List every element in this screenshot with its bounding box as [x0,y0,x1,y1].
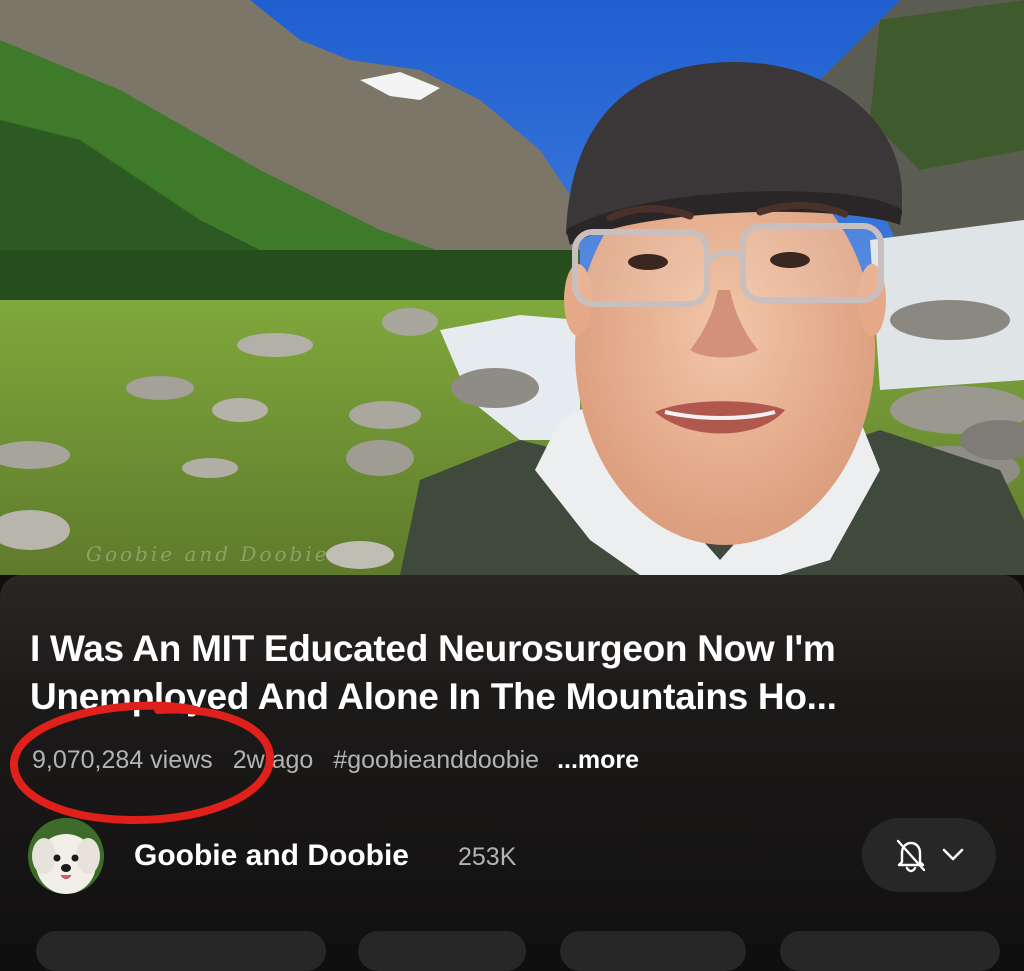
dog-avatar-image [28,818,104,894]
channel-watermark: Goobie and Doobie [86,542,330,566]
subscriber-count: 253K [458,843,517,871]
video-title[interactable]: I Was An MIT Educated Neurosurgeon Now I… [30,625,1000,721]
upload-age: 2w ago [232,745,314,774]
channel-avatar[interactable] [28,818,104,894]
hashtag-link[interactable]: #goobieanddoobie [333,746,539,775]
view-count: 9,070,284 views [32,745,213,774]
channel-row: Goobie and Doobie 253K [0,815,1024,895]
action-pill[interactable] [358,931,526,971]
action-pill-row [0,931,1024,971]
video-title-line-2: Unemployed And Alone In The Mountains Ho… [30,676,837,717]
more-button[interactable]: ...more [557,746,639,775]
video-title-line-1: I Was An MIT Educated Neurosurgeon Now I… [30,628,836,669]
action-pill[interactable] [560,931,746,971]
subscription-notification-button[interactable] [862,818,996,892]
video-metadata[interactable]: 9,070,284 views 2w ago #goobieanddoobie … [32,743,639,777]
action-pill[interactable] [36,931,326,971]
action-pill[interactable] [780,931,1000,971]
bell-off-icon [896,839,926,873]
channel-name[interactable]: Goobie and Doobie [134,839,409,873]
video-info-panel: I Was An MIT Educated Neurosurgeon Now I… [0,575,1024,971]
video-player[interactable]: Goobie and Doobie [0,0,1024,575]
chevron-down-icon [942,848,964,861]
video-frame-image [0,0,1024,575]
